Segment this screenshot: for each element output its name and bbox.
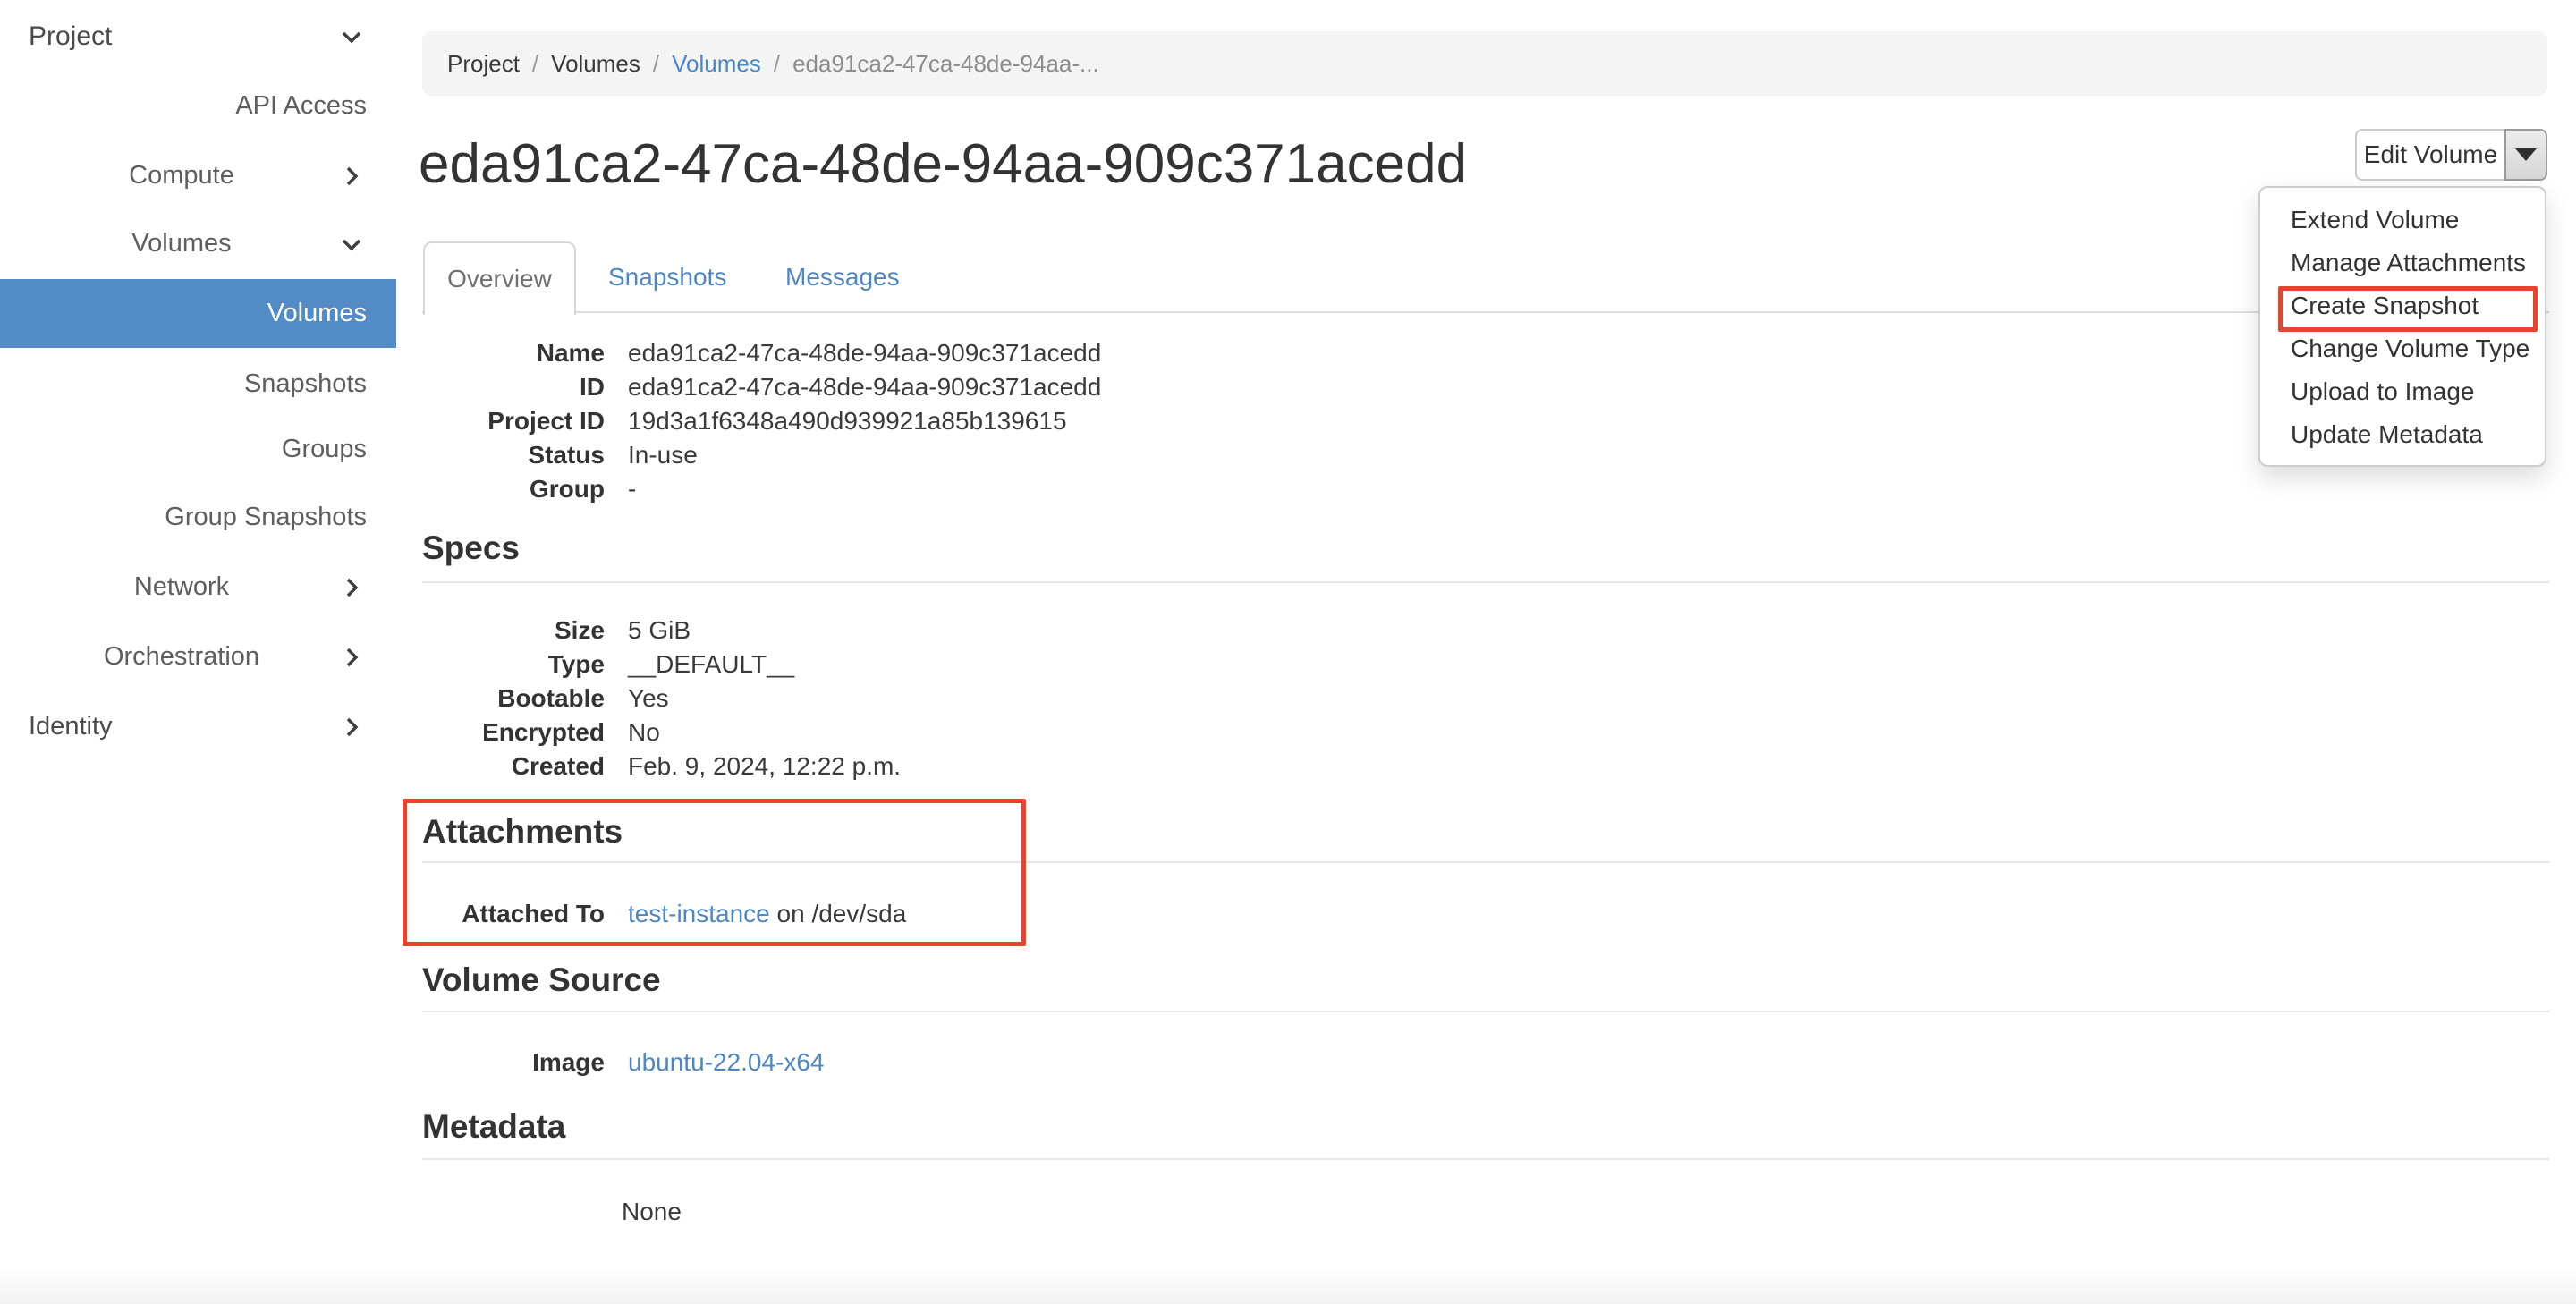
chevron-right-icon <box>340 576 363 599</box>
detail-row-project-id: Project ID 19d3a1f6348a490d939921a85b139… <box>422 404 1101 438</box>
sidebar-item-volumes-group[interactable]: Volumes <box>0 209 396 278</box>
edit-volume-dropdown-menu: Extend Volume Manage Attachments Create … <box>2258 186 2546 467</box>
section-title-metadata: Metadata <box>422 1108 565 1146</box>
menu-item-extend-volume[interactable]: Extend Volume <box>2260 199 2545 241</box>
divider <box>422 581 2549 583</box>
source-image-link[interactable]: ubuntu-22.04-x64 <box>628 1048 825 1076</box>
sidebar-item-volumes-active[interactable]: Volumes <box>0 279 396 348</box>
tab-overview[interactable]: Overview <box>423 241 576 315</box>
sidebar-item-compute[interactable]: Compute <box>0 141 396 210</box>
section-title-attachments: Attachments <box>422 813 623 851</box>
sidebar-item-api-access[interactable]: API Access <box>0 72 396 140</box>
sidebar-item-groups[interactable]: Groups <box>0 415 396 484</box>
sidebar-item-snapshots[interactable]: Snapshots <box>0 350 396 419</box>
detail-row-name: Name eda91ca2-47ca-48de-94aa-909c371aced… <box>422 336 1101 370</box>
chevron-down-icon <box>340 233 363 256</box>
detail-row-id: ID eda91ca2-47ca-48de-94aa-909c371acedd <box>422 370 1101 404</box>
attachments-list: Attached To test-instance on /dev/sda <box>422 897 906 931</box>
sidebar: Project API Access Compute Volumes Volum… <box>0 0 396 1304</box>
chevron-right-icon <box>340 165 363 188</box>
breadcrumb: Project / Volumes / Volumes / eda91ca2-4… <box>422 31 2547 96</box>
detail-row-status: Status In-use <box>422 438 1101 472</box>
edit-volume-dropdown-toggle[interactable] <box>2504 129 2547 181</box>
edit-volume-button[interactable]: Edit Volume <box>2355 129 2504 181</box>
spec-row-bootable: Bootable Yes <box>422 682 901 716</box>
sidebar-item-identity[interactable]: Identity <box>0 692 396 761</box>
breadcrumb-current: eda91ca2-47ca-48de-94aa-... <box>792 50 1099 78</box>
divider <box>422 1158 2549 1160</box>
spec-row-size: Size 5 GiB <box>422 614 901 648</box>
breadcrumb-volumes-link[interactable]: Volumes <box>672 50 761 78</box>
spec-row-type: Type __DEFAULT__ <box>422 648 901 682</box>
chevron-right-icon <box>340 716 363 739</box>
tab-snapshots[interactable]: Snapshots <box>608 241 726 313</box>
divider <box>422 1011 2549 1012</box>
detail-row-group: Group - <box>422 472 1101 506</box>
sidebar-item-project[interactable]: Project <box>0 2 396 71</box>
tab-bar: Overview Snapshots Messages <box>422 241 2549 313</box>
spec-row-encrypted: Encrypted No <box>422 716 901 749</box>
section-title-specs: Specs <box>422 529 520 567</box>
breadcrumb-volumes-panel[interactable]: Volumes <box>551 50 640 78</box>
breadcrumb-separator: / <box>774 50 780 78</box>
page-title: eda91ca2-47ca-48de-94aa-909c371acedd <box>419 132 1467 196</box>
edit-volume-button-group: Edit Volume <box>2355 129 2547 181</box>
section-title-volume-source: Volume Source <box>422 961 661 999</box>
volume-source-list: Image ubuntu-22.04-x64 <box>422 1046 825 1080</box>
breadcrumb-project[interactable]: Project <box>447 50 520 78</box>
divider <box>422 861 2549 863</box>
tab-messages[interactable]: Messages <box>785 241 900 313</box>
volume-source-row: Image ubuntu-22.04-x64 <box>422 1046 825 1080</box>
menu-item-update-metadata[interactable]: Update Metadata <box>2260 413 2545 456</box>
menu-item-create-snapshot[interactable]: Create Snapshot <box>2260 284 2545 327</box>
sidebar-item-orchestration[interactable]: Orchestration <box>0 622 396 691</box>
status-value: In-use <box>628 441 698 470</box>
attachment-row: Attached To test-instance on /dev/sda <box>422 897 906 931</box>
chevron-right-icon <box>340 646 363 669</box>
volume-detail-screen: Project API Access Compute Volumes Volum… <box>0 0 2576 1304</box>
sidebar-item-group-snapshots[interactable]: Group Snapshots <box>0 483 396 552</box>
specs-list: Size 5 GiB Type __DEFAULT__ Bootable Yes… <box>422 614 901 783</box>
attachment-device: on /dev/sda <box>770 900 907 927</box>
volume-details-list: Name eda91ca2-47ca-48de-94aa-909c371aced… <box>422 336 1101 506</box>
sidebar-item-network[interactable]: Network <box>0 553 396 622</box>
chevron-down-icon <box>340 25 363 48</box>
attached-instance-link[interactable]: test-instance <box>628 900 770 927</box>
breadcrumb-separator: / <box>532 50 538 78</box>
breadcrumb-separator: / <box>653 50 659 78</box>
bottom-fade <box>0 1266 2576 1304</box>
spec-row-created: Created Feb. 9, 2024, 12:22 p.m. <box>422 749 901 783</box>
metadata-none-value: None <box>622 1195 682 1229</box>
menu-item-upload-to-image[interactable]: Upload to Image <box>2260 370 2545 413</box>
menu-item-manage-attachments[interactable]: Manage Attachments <box>2260 241 2545 284</box>
caret-down-icon <box>2515 148 2537 161</box>
menu-item-change-volume-type[interactable]: Change Volume Type <box>2260 327 2545 370</box>
